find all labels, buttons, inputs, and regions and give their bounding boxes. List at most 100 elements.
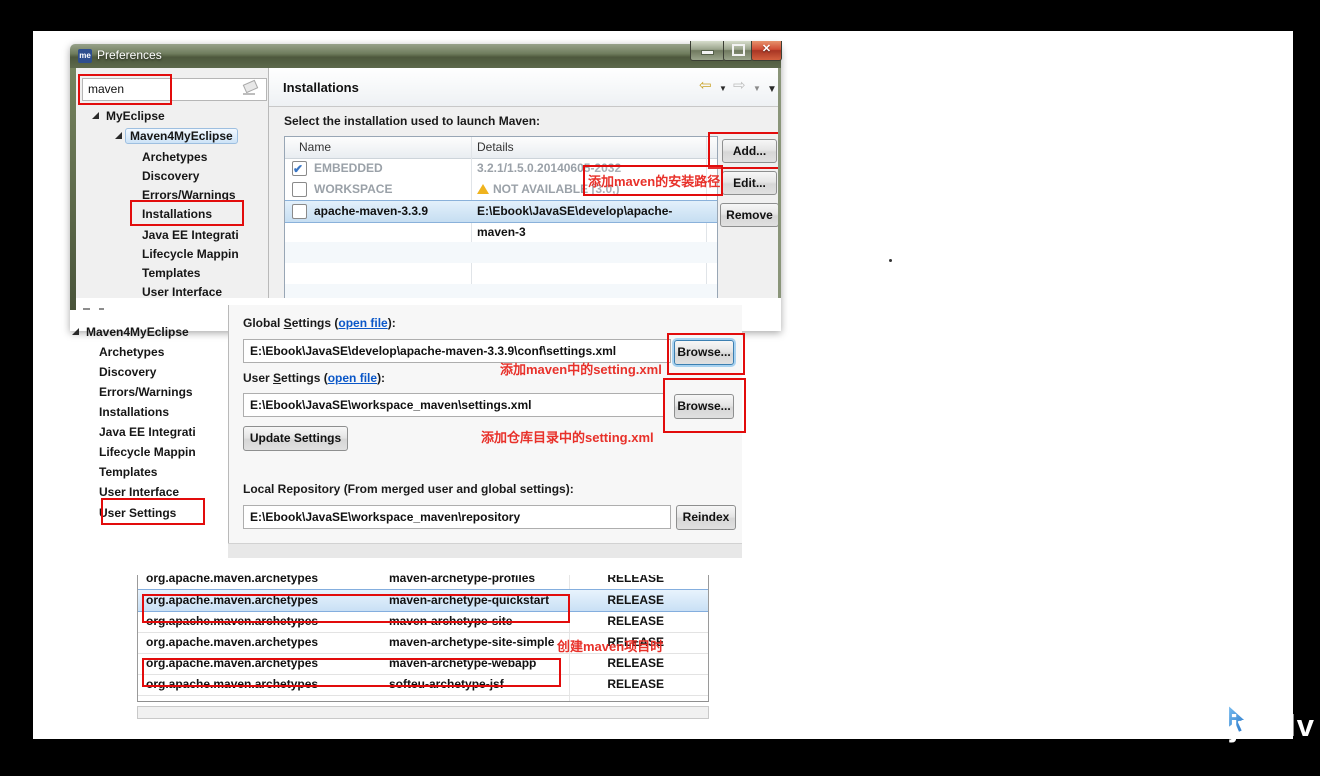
artifact-id: maven-archetype-site-simple (389, 632, 554, 653)
edit-button[interactable]: Edit... (722, 171, 777, 195)
page-background: me Preferences ✕ maven MyEclipse Maven4M… (33, 31, 1293, 739)
table-row-apache-maven-selected[interactable]: apache-maven-3.3.9 E:\Ebook\JavaSE\devel… (285, 200, 717, 223)
watermark-text: tujidelv (1198, 708, 1315, 744)
tree-item-templates[interactable]: Templates (99, 464, 157, 480)
header-divider (269, 106, 778, 107)
tree-item-java-ee-integration[interactable]: Java EE Integrati (99, 424, 196, 440)
checkbox-unchecked[interactable] (292, 182, 307, 197)
table-row-workspace[interactable]: WORKSPACE NOT AVAILABLE [3.0,) (285, 179, 717, 200)
artifact-id: maven-archetype-site (389, 611, 512, 632)
tree-item-installations[interactable]: Installations (99, 404, 169, 420)
artifact-id: maven-archetype-webapp (389, 653, 536, 674)
tree-item-maven4myeclipse[interactable]: Maven4MyEclipse (129, 128, 238, 144)
install-details: NOT AVAILABLE [3.0,) (493, 179, 619, 200)
forward-icon[interactable]: ⇨ (733, 78, 746, 93)
forward-dropdown-icon[interactable]: ▼ (753, 84, 761, 93)
install-details: E:\Ebook\JavaSE\develop\apache-maven-3 (477, 201, 705, 243)
myeclipse-app-icon: me (78, 49, 92, 63)
tree-item-maven4myeclipse[interactable]: Maven4MyEclipse (86, 324, 189, 340)
version: RELEASE (574, 653, 664, 674)
tree-item-java-ee-integration[interactable]: Java EE Integrati (142, 227, 239, 243)
group-id: org.apache.maven.archetypes (146, 653, 318, 674)
table-row-embedded[interactable]: ✔ EMBEDDED 3.2.1/1.5.0.20140605-2032 (285, 158, 717, 179)
check-icon: ✔ (293, 159, 303, 180)
label-mnemonic: S (284, 316, 292, 330)
checkbox-checked[interactable]: ✔ (292, 161, 307, 176)
dialog-right-border (778, 68, 781, 298)
tree-item-templates[interactable]: Templates (142, 265, 200, 281)
install-name: apache-maven-3.3.9 (314, 201, 428, 222)
artifact-id: maven-archetype-profiles (389, 575, 535, 589)
warning-icon (477, 184, 489, 194)
installations-table[interactable]: Name Details ✔ EMBEDDED 3.2.1/1.5.0.2014… (284, 136, 718, 298)
clear-search-icon-line (243, 93, 255, 95)
install-name: EMBEDDED (314, 158, 383, 179)
browse-global-button[interactable]: Browse... (674, 340, 734, 365)
group-id: org.apache.maven.archetypes (146, 611, 318, 632)
version: RELEASE (574, 575, 664, 589)
group-id: org.apache.maven.archetypes (146, 674, 318, 695)
group-id: org.apache.maven.archetypes (146, 590, 318, 611)
column-name[interactable]: Name (299, 137, 331, 158)
column-details[interactable]: Details (477, 137, 514, 158)
archetype-row-softeu-jsf[interactable]: org.apache.maven.archetypes softeu-arche… (138, 674, 708, 696)
dialog-body: maven MyEclipse Maven4MyEclipse Archetyp… (76, 68, 778, 298)
tree-item-errors-warnings[interactable]: Errors/Warnings (99, 384, 193, 400)
tree-item-discovery[interactable]: Discovery (99, 364, 156, 380)
minimize-button[interactable] (690, 41, 725, 61)
open-file-link[interactable]: open file (338, 316, 387, 330)
tree-item-discovery[interactable]: Discovery (142, 168, 199, 184)
tree-item-lifecycle-mapping[interactable]: Lifecycle Mappin (99, 444, 196, 460)
browse-user-button[interactable]: Browse... (674, 394, 734, 419)
view-menu-icon[interactable]: ▼ (767, 84, 777, 95)
empty-row (285, 242, 717, 263)
close-button[interactable]: ✕ (751, 41, 782, 61)
label-text: Global (243, 316, 284, 330)
tree-item-user-settings[interactable]: User Settings (99, 505, 176, 521)
tree-item-myeclipse[interactable]: MyEclipse (106, 108, 165, 124)
tree-item-errors-warnings[interactable]: Errors/Warnings (142, 187, 236, 203)
label-mnemonic: S (273, 371, 281, 385)
label-text: User (243, 371, 273, 385)
preferences-dialog: me Preferences ✕ maven MyEclipse Maven4M… (70, 44, 781, 331)
user-settings-path-input[interactable]: E:\Ebook\JavaSE\workspace_maven\settings… (243, 393, 664, 417)
version: RELEASE (574, 674, 664, 695)
archetype-row-profiles[interactable]: org.apache.maven.archetypes maven-archet… (138, 575, 708, 590)
group-id: org.apache.maven.archetypes (146, 632, 318, 653)
horizontal-scrollbar[interactable] (137, 706, 709, 719)
filter-search-input[interactable]: maven (82, 78, 267, 101)
dialog-title: Preferences (97, 48, 162, 62)
archetype-row-site[interactable]: org.apache.maven.archetypes maven-archet… (138, 611, 708, 633)
expand-icon[interactable] (72, 328, 79, 335)
back-icon[interactable]: ⇦ (699, 78, 712, 93)
maximize-button[interactable] (723, 41, 753, 61)
archetype-row-webapp[interactable]: org.apache.maven.archetypes maven-archet… (138, 653, 708, 675)
open-file-link[interactable]: open file (328, 371, 377, 385)
expand-icon[interactable] (115, 132, 122, 139)
artifact-id: softeu-archetype-jsf (389, 674, 504, 695)
table-header[interactable]: Name Details (285, 137, 717, 159)
tree-item-archetypes[interactable]: Archetypes (99, 344, 164, 360)
close-icon: ✕ (752, 41, 781, 58)
tree-item-user-interface[interactable]: User Interface (99, 484, 179, 500)
installations-subtitle: Select the installation used to launch M… (284, 114, 540, 128)
checkbox-unchecked[interactable] (292, 204, 307, 219)
tree-item-user-interface[interactable]: User Interface (142, 284, 222, 298)
dialog-titlebar[interactable]: me Preferences (70, 44, 781, 68)
tree-panel-divider (228, 305, 229, 557)
tree-item-installations[interactable]: Installations (142, 206, 212, 222)
clipped-text-fragment (83, 308, 90, 310)
expand-icon[interactable] (92, 112, 99, 119)
reindex-button[interactable]: Reindex (676, 505, 736, 530)
back-dropdown-icon[interactable]: ▼ (719, 84, 727, 93)
label-text: ettings ( (292, 316, 339, 330)
tree-item-archetypes[interactable]: Archetypes (142, 149, 207, 165)
archetype-row-quickstart-selected[interactable]: org.apache.maven.archetypes maven-archet… (138, 589, 708, 612)
remove-button[interactable]: Remove (720, 203, 778, 227)
local-repository-input[interactable]: E:\Ebook\JavaSE\workspace_maven\reposito… (243, 505, 671, 529)
annotation-global-setting: 添加maven中的setting.xml (500, 359, 662, 378)
dot-artifact (889, 259, 892, 262)
add-button[interactable]: Add... (722, 139, 777, 163)
tree-item-lifecycle-mapping[interactable]: Lifecycle Mappin (142, 246, 239, 262)
update-settings-button[interactable]: Update Settings (243, 426, 348, 451)
